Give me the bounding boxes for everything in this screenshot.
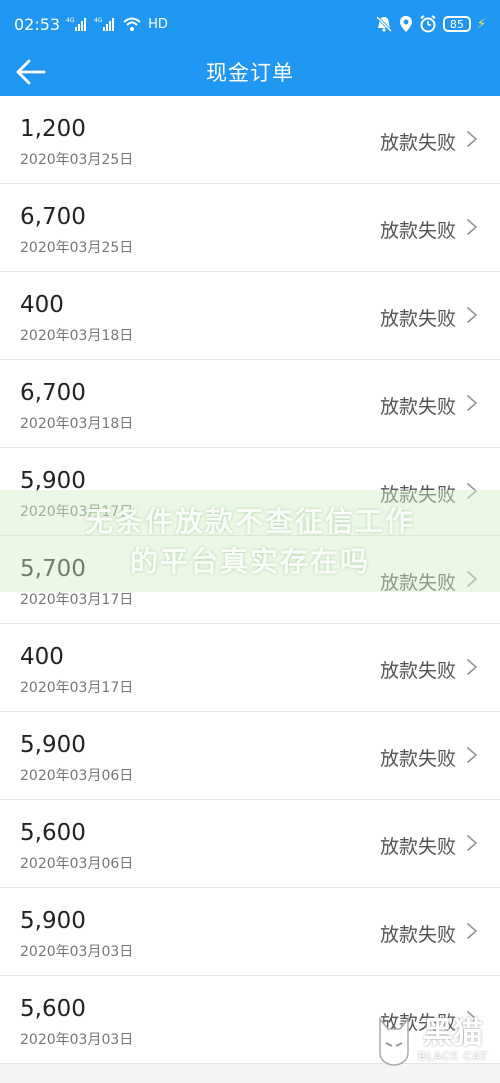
signal1-label: 4G: [66, 17, 75, 24]
order-amount: 6,700: [20, 380, 86, 406]
status-bar-right: 85 ⚡: [375, 15, 486, 33]
chevron-right-icon: [467, 1011, 477, 1027]
chevron-right-icon: [467, 131, 477, 147]
order-date: 2020年03月03日: [20, 1032, 134, 1048]
order-row[interactable]: 5,600 2020年03月03日 放款失败: [0, 976, 500, 1064]
order-status: 放款失败: [379, 748, 456, 770]
back-button[interactable]: [14, 58, 48, 86]
order-status: 放款失败: [379, 572, 456, 594]
order-row[interactable]: 400 2020年03月18日 放款失败: [0, 272, 500, 360]
order-amount: 5,900: [20, 468, 86, 494]
order-row[interactable]: 5,900 2020年03月17日 放款失败: [0, 448, 500, 536]
order-status: 放款失败: [379, 1012, 456, 1034]
status-bar: 02:53 4G 4G HD 85 ⚡: [0, 0, 500, 48]
order-row[interactable]: 5,900 2020年03月03日 放款失败: [0, 888, 500, 976]
order-row[interactable]: 5,700 2020年03月17日 放款失败: [0, 536, 500, 624]
chevron-right-icon: [467, 395, 477, 411]
order-amount: 400: [20, 644, 64, 670]
order-amount: 1,200: [20, 116, 86, 142]
order-amount: 5,600: [20, 996, 86, 1022]
order-row[interactable]: 6,700 2020年03月25日 放款失败: [0, 184, 500, 272]
order-date: 2020年03月06日: [20, 768, 134, 784]
signal-icon-2: 4G: [94, 17, 115, 31]
location-icon: [399, 16, 412, 32]
order-status: 放款失败: [379, 660, 456, 682]
order-amount: 5,900: [20, 732, 86, 758]
signal-icon: 4G: [66, 17, 87, 31]
order-date: 2020年03月25日: [20, 240, 134, 256]
order-date: 2020年03月18日: [20, 416, 134, 432]
order-amount: 5,700: [20, 556, 86, 582]
order-status: 放款失败: [379, 396, 456, 418]
order-row[interactable]: 1,200 2020年03月25日 放款失败: [0, 96, 500, 184]
order-status: 放款失败: [379, 836, 456, 858]
app-bar: 现金订单: [0, 48, 500, 96]
order-date: 2020年03月17日: [20, 680, 134, 696]
order-date: 2020年03月17日: [20, 504, 134, 520]
alarm-icon: [420, 15, 436, 33]
order-row[interactable]: 5,900 2020年03月06日 放款失败: [0, 712, 500, 800]
chevron-right-icon: [467, 307, 477, 323]
chevron-right-icon: [467, 747, 477, 763]
order-date: 2020年03月06日: [20, 856, 134, 872]
order-date: 2020年03月17日: [20, 592, 134, 608]
chevron-right-icon: [467, 923, 477, 939]
order-amount: 5,900: [20, 908, 86, 934]
wifi-icon: [123, 17, 141, 31]
order-amount: 400: [20, 292, 64, 318]
order-amount: 6,700: [20, 204, 86, 230]
order-status: 放款失败: [379, 308, 456, 330]
battery-icon: 85: [442, 16, 471, 32]
order-list: 1,200 2020年03月25日 放款失败 6,700 2020年03月25日 放款失败…: [0, 96, 500, 1064]
chevron-right-icon: [467, 483, 477, 499]
charging-icon: ⚡: [476, 16, 486, 32]
order-amount: 5,600: [20, 820, 86, 846]
order-row[interactable]: 5,600 2020年03月06日 放款失败: [0, 800, 500, 888]
order-date: 2020年03月03日: [20, 944, 134, 960]
status-bar-left: 02:53 4G 4G HD: [14, 15, 168, 34]
chevron-right-icon: [467, 659, 477, 675]
network-hd-label: HD: [148, 16, 168, 32]
order-row[interactable]: 6,700 2020年03月18日 放款失败: [0, 360, 500, 448]
signal2-label: 4G: [94, 17, 103, 24]
order-status: 放款失败: [379, 220, 456, 242]
bell-muted-icon: [375, 15, 392, 33]
order-status: 放款失败: [379, 924, 456, 946]
order-status: 放款失败: [379, 484, 456, 506]
chevron-right-icon: [467, 835, 477, 851]
chevron-right-icon: [467, 571, 477, 587]
order-date: 2020年03月18日: [20, 328, 134, 344]
chevron-right-icon: [467, 219, 477, 235]
order-row[interactable]: 400 2020年03月17日 放款失败: [0, 624, 500, 712]
page-title: 现金订单: [206, 61, 294, 85]
order-status: 放款失败: [379, 132, 456, 154]
status-time: 02:53: [14, 14, 61, 34]
order-date: 2020年03月25日: [20, 152, 134, 168]
